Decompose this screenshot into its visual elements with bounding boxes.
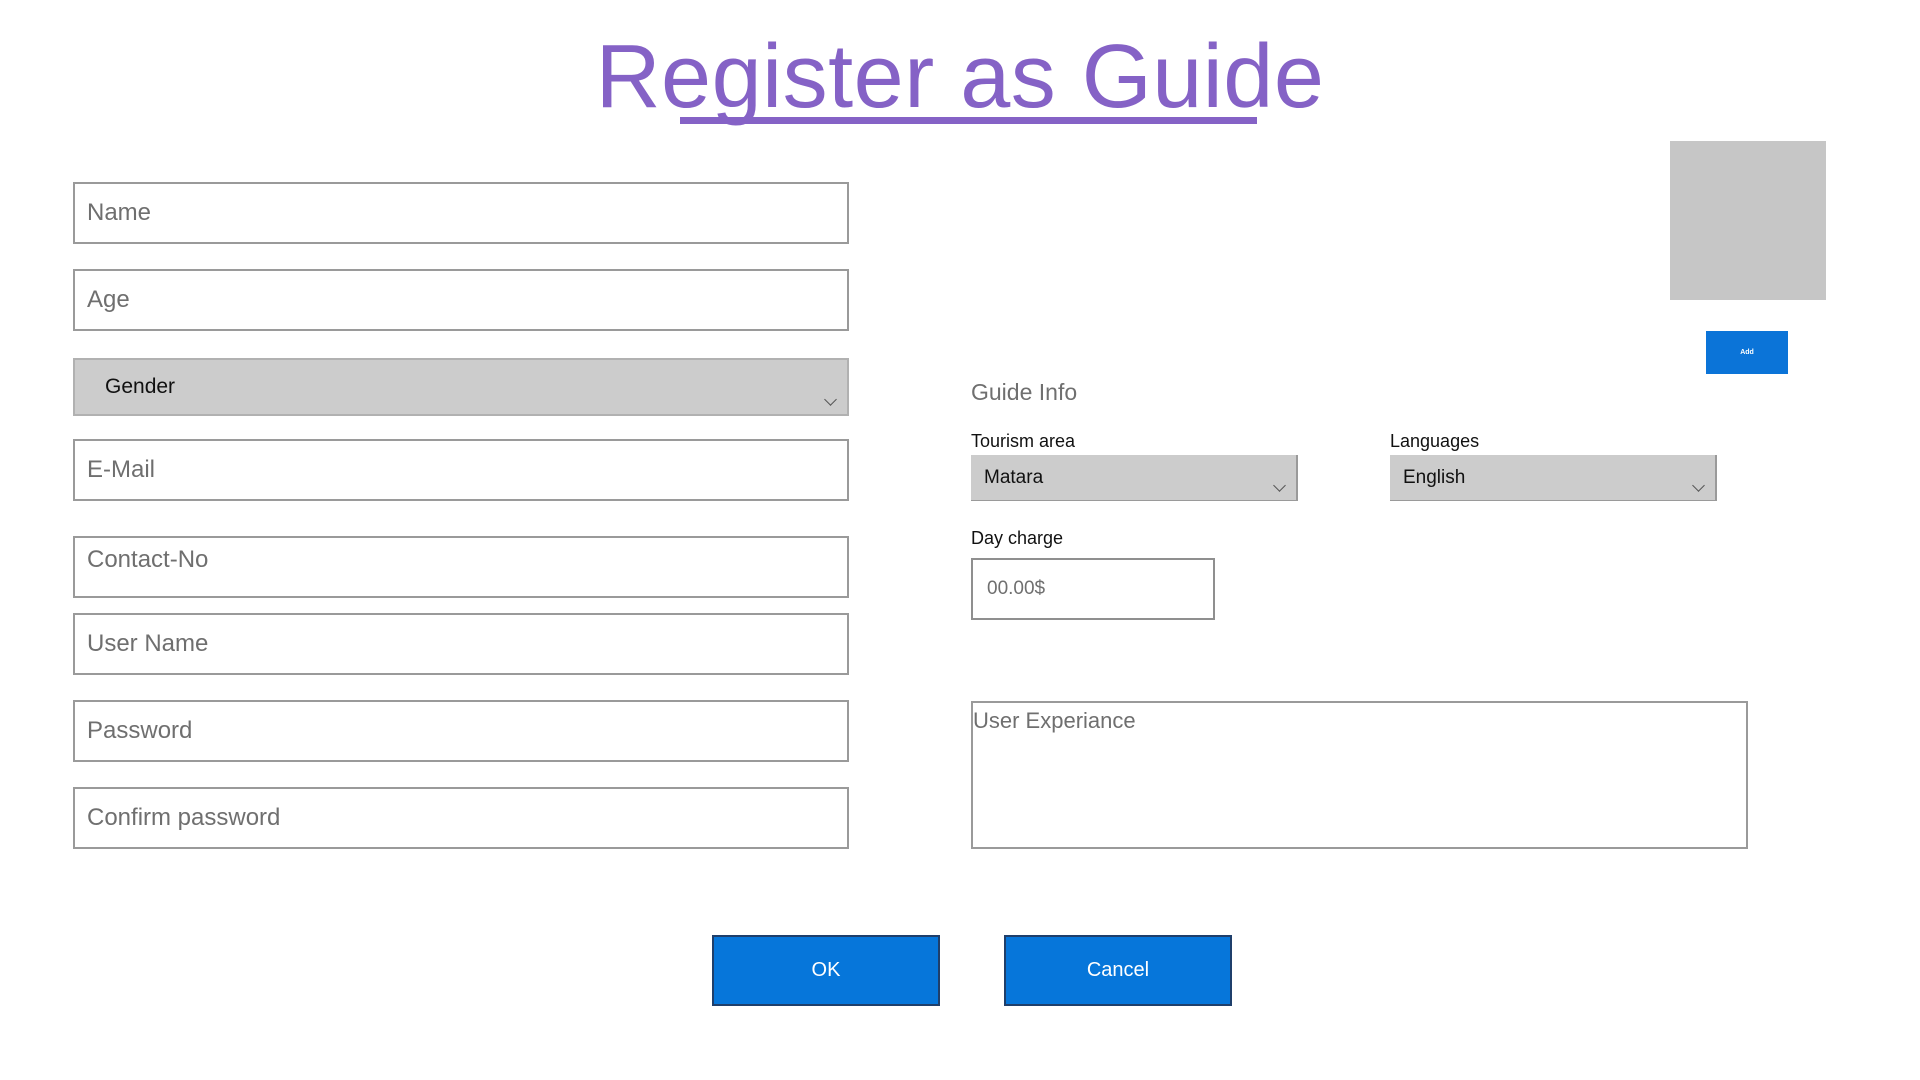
password-input[interactable]: Password bbox=[73, 700, 849, 762]
register-guide-page: Register as Guide Name Age Gender E-Mail… bbox=[0, 0, 1920, 1080]
username-input[interactable]: User Name bbox=[73, 613, 849, 675]
gender-dropdown[interactable]: Gender bbox=[73, 358, 849, 416]
page-title: Register as Guide bbox=[595, 27, 1325, 127]
languages-label: Languages bbox=[1390, 431, 1480, 451]
tourism-area-value: Matara bbox=[984, 466, 1044, 488]
languages-value: English bbox=[1403, 466, 1466, 488]
title-underline bbox=[680, 117, 1257, 124]
email-input[interactable]: E-Mail bbox=[73, 439, 849, 501]
add-photo-button[interactable]: Add bbox=[1706, 331, 1788, 374]
day-charge-input[interactable]: 00.00$ bbox=[971, 558, 1215, 620]
cancel-button[interactable]: Cancel bbox=[1004, 935, 1232, 1006]
user-experience-textarea[interactable]: User Experiance bbox=[971, 701, 1748, 849]
name-input[interactable]: Name bbox=[73, 182, 849, 244]
chevron-down-icon bbox=[1273, 479, 1286, 492]
chevron-down-icon bbox=[1692, 479, 1705, 492]
gender-value: Gender bbox=[105, 375, 176, 398]
ok-button[interactable]: OK bbox=[712, 935, 940, 1006]
day-charge-label: Day charge bbox=[971, 528, 1064, 548]
age-input[interactable]: Age bbox=[73, 269, 849, 331]
confirm-password-input[interactable]: Confirm password bbox=[73, 787, 849, 849]
languages-dropdown[interactable]: English bbox=[1390, 455, 1717, 501]
tourism-area-dropdown[interactable]: Matara bbox=[971, 455, 1298, 501]
tourism-area-label: Tourism area bbox=[971, 431, 1076, 451]
chevron-down-icon bbox=[824, 393, 837, 406]
contact-number-input[interactable]: Contact-No bbox=[73, 536, 849, 598]
guide-info-heading: Guide Info bbox=[971, 379, 1078, 405]
profile-photo-placeholder bbox=[1670, 141, 1826, 300]
